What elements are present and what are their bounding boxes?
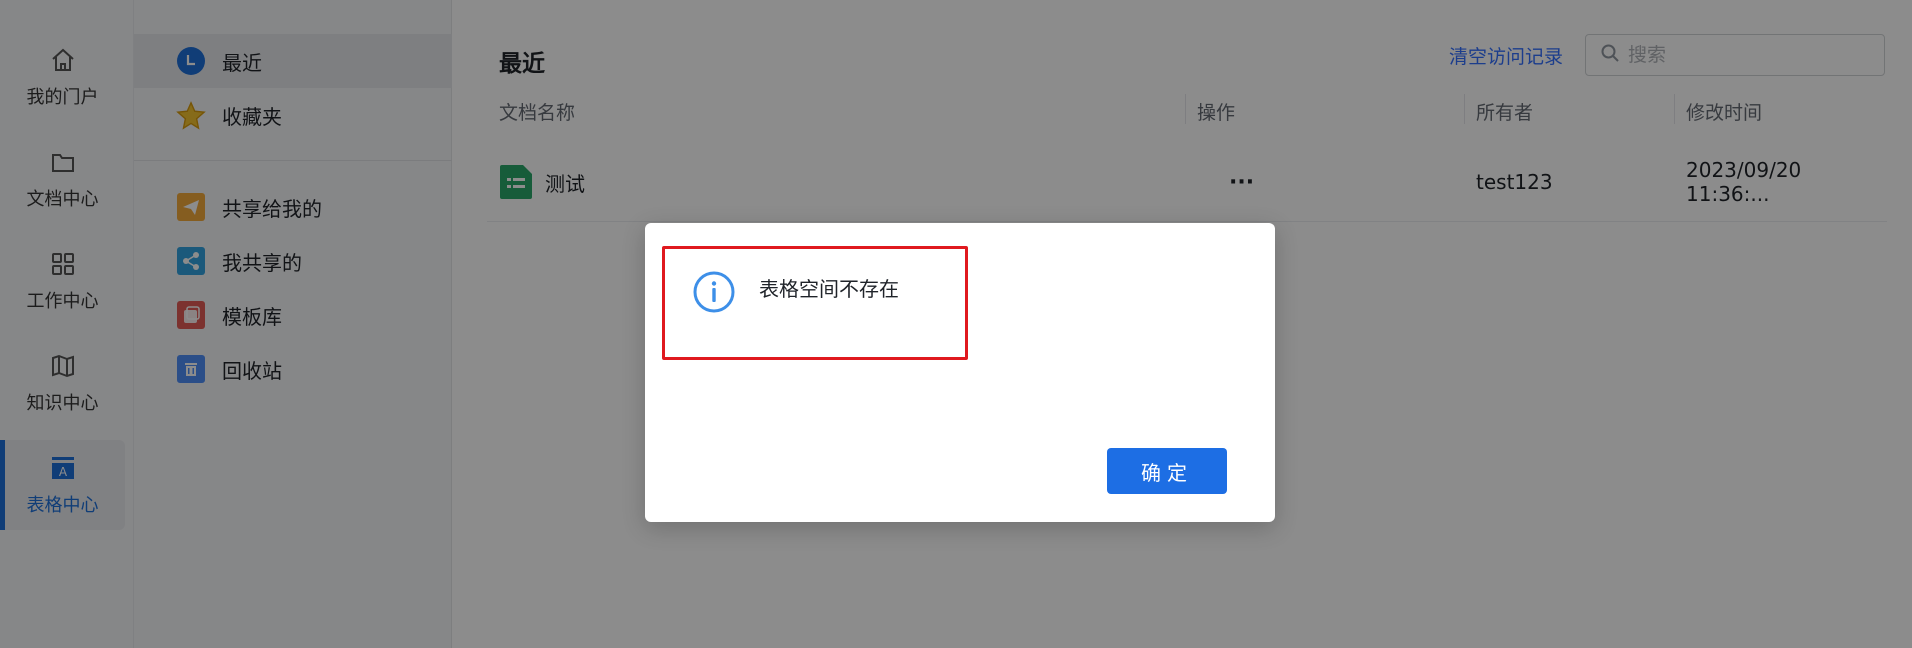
info-icon — [692, 270, 736, 314]
alert-dialog: 表格空间不存在 确定 — [645, 223, 1275, 522]
dialog-message: 表格空间不存在 — [759, 277, 899, 301]
ok-button[interactable]: 确定 — [1107, 448, 1227, 494]
